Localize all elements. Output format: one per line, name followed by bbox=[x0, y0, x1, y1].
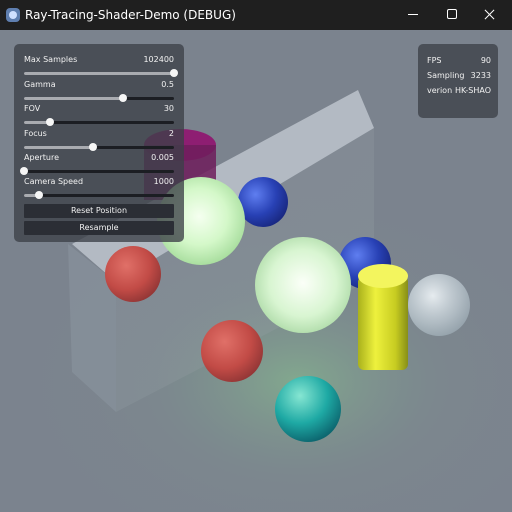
glass-sphere bbox=[408, 274, 470, 336]
settings-panel: Max Samples 102400 Gamma 0.5 FOV 30 Focu… bbox=[14, 44, 184, 242]
render-app-icon bbox=[6, 8, 20, 22]
camera-speed-thumb[interactable] bbox=[35, 191, 43, 199]
max-samples-value: 102400 bbox=[143, 55, 174, 64]
aperture-track bbox=[24, 170, 174, 173]
aperture-row: Aperture 0.005 bbox=[24, 152, 174, 164]
glow-sphere-center bbox=[255, 237, 351, 333]
stats-panel: FPS 90 Sampling 3233 verion HK-SHAO bbox=[418, 44, 498, 118]
max-samples-label: Max Samples bbox=[24, 55, 78, 64]
fps-row: FPS 90 bbox=[427, 55, 491, 67]
max-samples-slider[interactable] bbox=[24, 66, 178, 80]
title-bar[interactable]: Ray-Tracing-Shader-Demo (DEBUG) bbox=[0, 0, 512, 30]
camera-speed-value: 1000 bbox=[153, 177, 174, 186]
sampling-row: Sampling 3233 bbox=[427, 70, 491, 82]
teal-sphere bbox=[275, 376, 341, 442]
sampling-value: 3233 bbox=[470, 71, 491, 80]
aperture-value: 0.005 bbox=[151, 153, 174, 162]
red-sphere-back bbox=[105, 246, 161, 302]
fps-value: 90 bbox=[480, 56, 491, 65]
yellow-cylinder bbox=[358, 276, 408, 370]
version-value: HK-SHAO bbox=[454, 86, 491, 95]
focus-value: 2 bbox=[168, 129, 174, 138]
maximize-button[interactable] bbox=[434, 0, 470, 30]
gamma-label: Gamma bbox=[24, 80, 56, 89]
fov-thumb[interactable] bbox=[45, 118, 54, 126]
focus-row: Focus 2 bbox=[24, 128, 174, 140]
fov-label: FOV bbox=[24, 104, 41, 113]
focus-thumb[interactable] bbox=[89, 143, 97, 151]
max-samples-thumb[interactable] bbox=[170, 69, 178, 77]
fps-label: FPS bbox=[427, 56, 442, 65]
focus-label: Focus bbox=[24, 129, 47, 138]
gamma-row: Gamma 0.5 bbox=[24, 79, 174, 91]
camera-speed-row: Camera Speed 1000 bbox=[24, 176, 174, 188]
sampling-label: Sampling bbox=[427, 71, 465, 80]
focus-fill bbox=[24, 146, 93, 149]
fov-row: FOV 30 bbox=[24, 103, 174, 115]
aperture-thumb[interactable] bbox=[20, 167, 28, 175]
close-button[interactable] bbox=[472, 0, 508, 30]
gamma-thumb[interactable] bbox=[119, 94, 127, 102]
camera-speed-track bbox=[24, 194, 174, 197]
fov-slider[interactable] bbox=[24, 115, 174, 129]
yellow-cylinder-top bbox=[358, 264, 408, 288]
blue-sphere-back bbox=[238, 177, 288, 227]
minimize-button[interactable] bbox=[396, 0, 432, 30]
render-viewport[interactable]: Max Samples 102400 Gamma 0.5 FOV 30 Focu… bbox=[0, 30, 512, 512]
window-title: Ray-Tracing-Shader-Demo (DEBUG) bbox=[25, 8, 236, 22]
camera-speed-label: Camera Speed bbox=[24, 177, 84, 186]
gamma-value: 0.5 bbox=[161, 80, 174, 89]
app-window: Ray-Tracing-Shader-Demo (DEBUG) Max Samp… bbox=[0, 0, 512, 512]
reset-position-button[interactable]: Reset Position bbox=[24, 204, 174, 218]
version-row: verion HK-SHAO bbox=[427, 85, 491, 97]
resample-button[interactable]: Resample bbox=[24, 221, 174, 235]
version-label: verion bbox=[427, 86, 453, 95]
red-sphere-front bbox=[201, 320, 263, 382]
camera-speed-slider[interactable] bbox=[24, 188, 174, 202]
fov-value: 30 bbox=[163, 104, 174, 113]
gamma-fill bbox=[24, 97, 123, 100]
max-samples-row: Max Samples 102400 bbox=[24, 54, 174, 66]
aperture-label: Aperture bbox=[24, 153, 60, 162]
max-samples-fill bbox=[24, 72, 174, 75]
